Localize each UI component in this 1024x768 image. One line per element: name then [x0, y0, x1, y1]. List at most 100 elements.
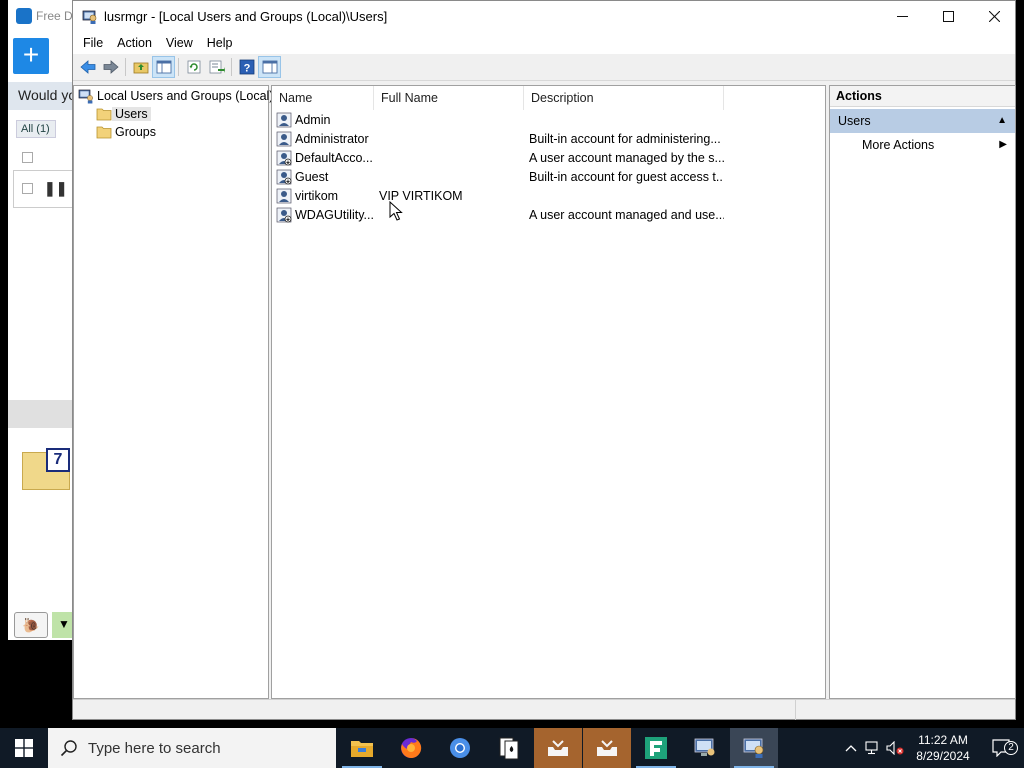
background-app-titlebar: Free D: [8, 0, 78, 32]
taskbar-remote-desktop[interactable]: [681, 728, 729, 768]
user-description: Built-in account for guest access t...: [529, 169, 724, 184]
solitaire-cards-icon: [499, 737, 519, 760]
table-row[interactable]: Guest Built-in account for guest access …: [276, 167, 824, 186]
taskbar-chromium[interactable]: [436, 728, 484, 768]
menu-bar: File Action View Help: [73, 32, 1015, 54]
forward-button[interactable]: [99, 56, 122, 78]
help-button[interactable]: ?: [235, 56, 258, 78]
taskbar-free-download-manager[interactable]: [632, 728, 680, 768]
tree-root-label: Local Users and Groups (Local): [97, 88, 274, 103]
table-row[interactable]: virtikom VIP VIRTIKOM: [276, 186, 824, 205]
export-list-button[interactable]: [205, 56, 228, 78]
minimize-button[interactable]: [879, 1, 925, 32]
task-checkbox[interactable]: [22, 183, 33, 194]
table-row[interactable]: Administrator Built-in account for admin…: [276, 129, 824, 148]
tree-item-users[interactable]: Users: [96, 105, 151, 122]
console-tree-icon: [156, 60, 171, 74]
user-name: virtikom: [295, 188, 339, 203]
close-button[interactable]: [971, 1, 1017, 32]
show-hide-console-tree-button[interactable]: [152, 56, 175, 78]
help-icon: ?: [239, 59, 254, 75]
list-header: Name Full Name Description: [272, 86, 825, 110]
show-hidden-icons-button[interactable]: [840, 728, 862, 768]
column-header-name[interactable]: Name: [272, 86, 374, 110]
status-bar: [73, 699, 1015, 720]
users-console-icon: [82, 10, 97, 24]
svg-text:?: ?: [243, 63, 250, 75]
maximize-button[interactable]: [925, 1, 971, 32]
column-header-description[interactable]: Description: [524, 86, 724, 110]
computer-management-icon: [694, 738, 715, 756]
user-description: A user account managed and use...: [529, 207, 724, 222]
app-logo-icon: [16, 8, 32, 24]
user-icon: [276, 188, 292, 203]
toolbar-separator: [231, 58, 232, 76]
speed-limit-icon[interactable]: 🐌: [14, 612, 48, 638]
actions-section-label: Users: [838, 114, 871, 128]
up-one-level-button[interactable]: [129, 56, 152, 78]
tree-item-root[interactable]: Local Users and Groups (Local): [78, 87, 276, 104]
taskbar-app-orange-1[interactable]: [534, 728, 582, 768]
volume-tray-button[interactable]: [884, 728, 906, 768]
download-manager-icon: [645, 737, 667, 759]
title-bar[interactable]: lusrmgr - [Local Users and Groups (Local…: [73, 1, 1015, 32]
taskbar-solitaire[interactable]: [485, 728, 533, 768]
prompt-banner: Would yo: [8, 82, 78, 110]
archive-badge-icon: 7: [46, 448, 70, 472]
inbox-tray-icon: [548, 740, 568, 756]
toolbar: ?: [73, 54, 1015, 81]
menu-action[interactable]: Action: [111, 36, 158, 50]
user-icon: [276, 131, 292, 146]
start-button[interactable]: [0, 728, 48, 768]
table-row[interactable]: WDAGUtility... A user account managed an…: [276, 205, 824, 224]
taskbar-search-box[interactable]: Type here to search: [48, 728, 336, 768]
menu-help[interactable]: Help: [201, 36, 239, 50]
refresh-icon: [187, 60, 200, 74]
inbox-tray-icon: [597, 740, 617, 756]
refresh-button[interactable]: [182, 56, 205, 78]
filter-all-tab[interactable]: All (1): [16, 120, 56, 138]
menu-view[interactable]: View: [160, 36, 199, 50]
toolbar-separator: [125, 58, 126, 76]
taskbar-clock[interactable]: 11:22 AM 8/29/2024: [906, 732, 980, 764]
console-tree: Local Users and Groups (Local) Users Gro…: [73, 85, 273, 699]
select-all-checkbox[interactable]: [22, 152, 33, 163]
menu-file[interactable]: File: [77, 36, 109, 50]
column-header-full-name[interactable]: Full Name: [374, 86, 524, 110]
close-icon: [988, 11, 1000, 22]
action-pane-icon: [262, 60, 277, 74]
add-button[interactable]: +: [13, 38, 49, 74]
user-name: Guest: [295, 169, 329, 184]
collapse-arrow-icon[interactable]: ▲: [997, 109, 1007, 133]
submenu-arrow-icon: ▶: [999, 139, 1007, 150]
table-row[interactable]: DefaultAcco... A user account managed by…: [276, 148, 824, 167]
minimize-icon: [896, 16, 908, 17]
pause-icon[interactable]: ❚❚: [44, 180, 67, 197]
more-actions-item[interactable]: More Actions ▶: [830, 133, 1015, 157]
network-tray-button[interactable]: [862, 728, 884, 768]
tree-item-groups[interactable]: Groups: [96, 123, 159, 140]
file-explorer-icon: [351, 741, 373, 757]
taskbar-file-explorer[interactable]: [338, 728, 386, 768]
actions-header: Actions: [830, 86, 1015, 107]
clock-date: 8/29/2024: [916, 749, 970, 763]
windows-logo-icon: [15, 739, 33, 757]
show-hide-action-pane-button[interactable]: [258, 56, 281, 78]
user-name: Admin: [295, 112, 331, 127]
table-row[interactable]: Admin: [276, 110, 824, 129]
user-description: A user account managed by the s...: [529, 150, 724, 165]
more-actions-label: More Actions: [862, 138, 935, 152]
taskbar-lusrmgr[interactable]: [730, 728, 778, 768]
actions-section-users[interactable]: Users ▲: [830, 109, 1015, 133]
disabled-user-icon: [276, 169, 292, 184]
taskbar: Type here to search 11:22 AM 8/29/2024 2: [0, 728, 1024, 768]
taskbar-app-orange-2[interactable]: [583, 728, 631, 768]
back-button[interactable]: [76, 56, 99, 78]
background-app-window: Free D + Would yo All (1) ❚❚ 7 🐌 ▼: [8, 0, 78, 640]
section-divider: [8, 400, 78, 428]
taskbar-firefox[interactable]: [387, 728, 435, 768]
lusrmgr-window: lusrmgr - [Local Users and Groups (Local…: [72, 0, 1016, 720]
action-center-button[interactable]: 2: [980, 728, 1024, 768]
folder-icon: [96, 126, 112, 138]
search-placeholder: Type here to search: [88, 739, 221, 757]
